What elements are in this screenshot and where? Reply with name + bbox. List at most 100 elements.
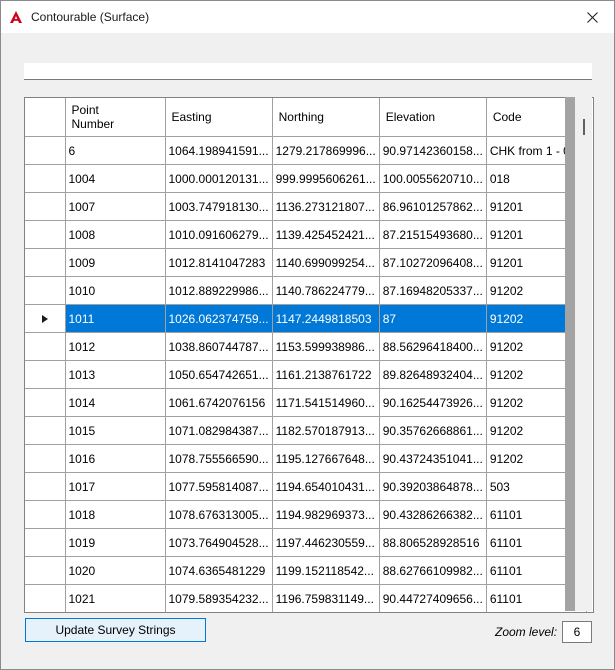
column-header-northing[interactable]: Northing xyxy=(272,98,380,137)
cell-northing[interactable]: 1161.2138761722 xyxy=(272,360,380,389)
row-header[interactable] xyxy=(25,360,66,389)
table-row[interactable]: 1009 1012.8141047283 1140.699099254... 87.1… xyxy=(25,248,588,277)
row-header[interactable] xyxy=(25,584,66,612)
cell-easting[interactable]: 1026.062374759... xyxy=(165,304,273,333)
cell-point-number[interactable]: 1011 xyxy=(65,304,166,333)
cell-northing[interactable]: 1147.2449818503 xyxy=(272,304,380,333)
table-row[interactable]: 1019 1073.764904528... 1197.446230559... 88… xyxy=(25,528,588,557)
cell-point-number[interactable]: 1017 xyxy=(65,472,166,501)
table-row[interactable]: 1021 1079.589354232... 1196.759831149... 90… xyxy=(25,584,588,612)
row-header[interactable] xyxy=(25,556,66,585)
table-row[interactable]: 1007 1003.747918130... 1136.273121807... 86… xyxy=(25,192,588,221)
cell-point-number[interactable]: 6 xyxy=(65,136,166,165)
row-header[interactable] xyxy=(25,220,66,249)
row-header[interactable] xyxy=(25,304,66,333)
cell-northing[interactable]: 1195.127667648... xyxy=(272,444,380,473)
cell-northing[interactable]: 1171.541514960... xyxy=(272,388,380,417)
table-row[interactable]: 1010 1012.889229986... 1140.786224779... 87… xyxy=(25,276,588,305)
row-header[interactable] xyxy=(25,192,66,221)
row-header[interactable] xyxy=(25,332,66,361)
row-header[interactable] xyxy=(25,248,66,277)
filter-input[interactable] xyxy=(24,63,592,80)
table-row[interactable]: 6 1064.198941591... 1279.217869996... 90.97… xyxy=(25,136,588,165)
cell-northing[interactable]: 1197.446230559... xyxy=(272,528,380,557)
cell-easting[interactable]: 1073.764904528... xyxy=(165,528,273,557)
cell-northing[interactable]: 1196.8 xyxy=(272,613,379,614)
cell-elevation[interactable]: 90.35762668861... xyxy=(379,416,487,445)
cell-northing[interactable]: 1196.759831149... xyxy=(272,584,380,612)
cell-point-number[interactable]: 1018 xyxy=(65,500,166,529)
cell-elevation[interactable]: 87.21515493680... xyxy=(379,220,487,249)
cell-northing[interactable]: 1279.217869996... xyxy=(272,136,380,165)
cell-elevation[interactable]: 88.62766109982... xyxy=(379,556,487,585)
cell-elevation[interactable]: 90.97142360158... xyxy=(379,136,487,165)
table-row[interactable]: 1020 1074.6365481229 1199.152118542... 88.6… xyxy=(25,556,588,585)
cell-easting[interactable]: 1012.8141047283 xyxy=(165,248,273,277)
table-row[interactable]: 1012 1038.860744787... 1153.599938986... 88… xyxy=(25,332,588,361)
table-row[interactable]: 1013 1050.654742651... 1161.2138761722 89.8… xyxy=(25,360,588,389)
cell-point-number[interactable]: 1008 xyxy=(65,220,166,249)
cell-easting[interactable]: 1050.654742651... xyxy=(165,360,273,389)
cell-point-number[interactable]: 1007 xyxy=(65,192,166,221)
cell-easting[interactable]: 1012.889229986... xyxy=(165,276,273,305)
cell-elevation[interactable]: 89.82648932404... xyxy=(379,360,487,389)
cell-point-number[interactable]: 1012 xyxy=(65,332,166,361)
row-header[interactable] xyxy=(25,444,66,473)
cell-elevation[interactable]: 90.44727409656... xyxy=(379,584,487,612)
update-survey-strings-button[interactable]: Update Survey Strings xyxy=(25,618,206,642)
cell-easting[interactable]: 1038.860744787... xyxy=(165,332,273,361)
zoom-level-input[interactable] xyxy=(562,621,592,643)
points-grid[interactable]: Point Number Easting Northing Elevation … xyxy=(24,97,594,613)
cell-point-number[interactable]: 1020 xyxy=(65,556,166,585)
cell-point-number[interactable]: 1022 xyxy=(65,613,165,614)
cell-northing[interactable]: 1136.273121807... xyxy=(272,192,380,221)
column-header-easting[interactable]: Easting xyxy=(165,98,273,137)
cell-code[interactable]: 61101 xyxy=(486,613,586,614)
cell-easting[interactable]: 1071.082984387... xyxy=(165,416,273,445)
cell-easting[interactable]: 1074.6365481229 xyxy=(165,556,273,585)
cell-elevation[interactable]: 90.43286266382... xyxy=(379,500,487,529)
cell-point-number[interactable]: 1014 xyxy=(65,388,166,417)
cell-easting[interactable]: 1061.6742076156 xyxy=(165,388,273,417)
row-header[interactable] xyxy=(25,136,66,165)
cell-elevation[interactable]: 88.806528928516 xyxy=(379,528,487,557)
row-header[interactable] xyxy=(25,472,66,501)
row-header[interactable] xyxy=(25,416,66,445)
cell-easting[interactable]: 1079.7 xyxy=(165,613,272,614)
table-row[interactable]: 1018 1078.676313005... 1194.982969373... 90… xyxy=(25,500,588,529)
cell-elevation[interactable]: 90.39203864878... xyxy=(379,472,487,501)
cell-northing[interactable]: 1153.599938986... xyxy=(272,332,380,361)
cell-easting[interactable]: 1000.000120131... xyxy=(165,164,273,193)
table-row[interactable]: 1017 1077.595814087... 1194.654010431... 90… xyxy=(25,472,588,501)
cell-easting[interactable]: 1003.747918130... xyxy=(165,192,273,221)
cell-point-number[interactable]: 1021 xyxy=(65,584,166,612)
cell-easting[interactable]: 1078.676313005... xyxy=(165,500,273,529)
cell-easting[interactable]: 1079.589354232... xyxy=(165,584,273,612)
cell-elevation[interactable]: 87 xyxy=(379,304,487,333)
cell-easting[interactable]: 1078.755566590... xyxy=(165,444,273,473)
table-row[interactable]: 1004 1000.000120131... 999.9995606261... 10… xyxy=(25,164,588,193)
cell-point-number[interactable]: 1013 xyxy=(65,360,166,389)
row-header[interactable] xyxy=(25,500,66,529)
cell-elevation[interactable]: 88.56296418400... xyxy=(379,332,487,361)
column-header-elevation[interactable]: Elevation xyxy=(379,98,487,137)
cell-elevation[interactable]: 90.43724351041... xyxy=(379,444,487,473)
table-row[interactable]: 1011 1026.062374759... 1147.2449818503 87 91… xyxy=(25,304,588,333)
cell-elevation[interactable]: 100.0055620710... xyxy=(379,164,487,193)
cell-elevation[interactable]: 90.4 xyxy=(379,613,486,614)
cell-easting[interactable]: 1010.091606279... xyxy=(165,220,273,249)
table-row[interactable]: 10221079.71196.890.461101 xyxy=(25,613,587,614)
vertical-scrollbar[interactable] xyxy=(565,97,592,611)
cell-elevation[interactable]: 87.10272096408... xyxy=(379,248,487,277)
cell-elevation[interactable]: 90.16254473926... xyxy=(379,388,487,417)
cell-elevation[interactable]: 86.96101257862... xyxy=(379,192,487,221)
table-row[interactable]: 1008 1010.091606279... 1139.425452421... 87… xyxy=(25,220,588,249)
cell-easting[interactable]: 1077.595814087... xyxy=(165,472,273,501)
cell-northing[interactable]: 1140.786224779... xyxy=(272,276,380,305)
cell-point-number[interactable]: 1004 xyxy=(65,164,166,193)
row-header[interactable] xyxy=(25,528,66,557)
cell-point-number[interactable]: 1010 xyxy=(65,276,166,305)
cell-point-number[interactable]: 1016 xyxy=(65,444,166,473)
cell-northing[interactable]: 999.9995606261... xyxy=(272,164,380,193)
cell-point-number[interactable]: 1015 xyxy=(65,416,166,445)
